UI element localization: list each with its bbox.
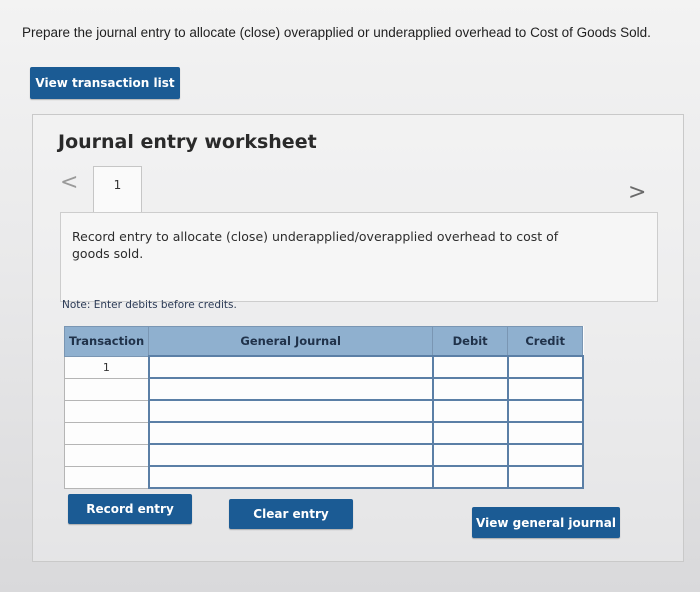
debit-input[interactable] <box>431 399 509 423</box>
credit-input[interactable] <box>506 421 584 445</box>
table-row <box>63 377 584 401</box>
transaction-cell <box>63 399 150 423</box>
table-row <box>63 399 584 423</box>
debit-input[interactable] <box>431 421 509 445</box>
debit-input[interactable] <box>431 355 509 379</box>
view-general-journal-button[interactable]: View general journal <box>472 507 620 538</box>
transaction-cell <box>63 465 150 489</box>
journal-table: Transaction General Journal Debit Credit… <box>63 326 584 489</box>
col-credit-header: Credit <box>507 326 584 357</box>
debit-input[interactable] <box>431 443 509 467</box>
chevron-right-icon[interactable]: > <box>628 180 646 205</box>
account-input[interactable] <box>147 421 434 445</box>
col-transaction-header: Transaction <box>63 326 150 357</box>
credit-input[interactable] <box>506 355 584 379</box>
table-row <box>63 421 584 445</box>
transaction-cell <box>63 377 150 401</box>
col-general-journal-header: General Journal <box>148 326 434 357</box>
account-input[interactable] <box>147 465 434 489</box>
table-row: 1 <box>63 355 584 379</box>
clear-entry-button[interactable]: Clear entry <box>229 499 353 529</box>
table-row <box>63 443 584 467</box>
journal-header-row: Transaction General Journal Debit Credit <box>63 326 584 357</box>
tab-entry-1[interactable]: 1 <box>93 166 142 213</box>
account-input[interactable] <box>147 399 434 423</box>
debit-input[interactable] <box>431 465 509 489</box>
col-debit-header: Debit <box>432 326 509 357</box>
transaction-cell: 1 <box>63 355 150 379</box>
worksheet-title: Journal entry worksheet <box>58 131 317 153</box>
chevron-left-icon[interactable]: < <box>60 170 78 195</box>
instruction-text: Prepare the journal entry to allocate (c… <box>22 25 651 40</box>
table-row <box>63 465 584 489</box>
credit-input[interactable] <box>506 377 584 401</box>
account-input[interactable] <box>147 377 434 401</box>
record-entry-button[interactable]: Record entry <box>68 494 192 524</box>
entry-description: Record entry to allocate (close) underap… <box>72 229 559 261</box>
transaction-cell <box>63 421 150 445</box>
debit-input[interactable] <box>431 377 509 401</box>
credit-input[interactable] <box>506 399 584 423</box>
account-input[interactable] <box>147 443 434 467</box>
transaction-cell <box>63 443 150 467</box>
credit-input[interactable] <box>506 443 584 467</box>
view-transaction-list-button[interactable]: View transaction list <box>30 67 180 99</box>
debit-credit-note: Note: Enter debits before credits. <box>62 299 237 311</box>
credit-input[interactable] <box>506 465 584 489</box>
account-input[interactable] <box>147 355 434 379</box>
